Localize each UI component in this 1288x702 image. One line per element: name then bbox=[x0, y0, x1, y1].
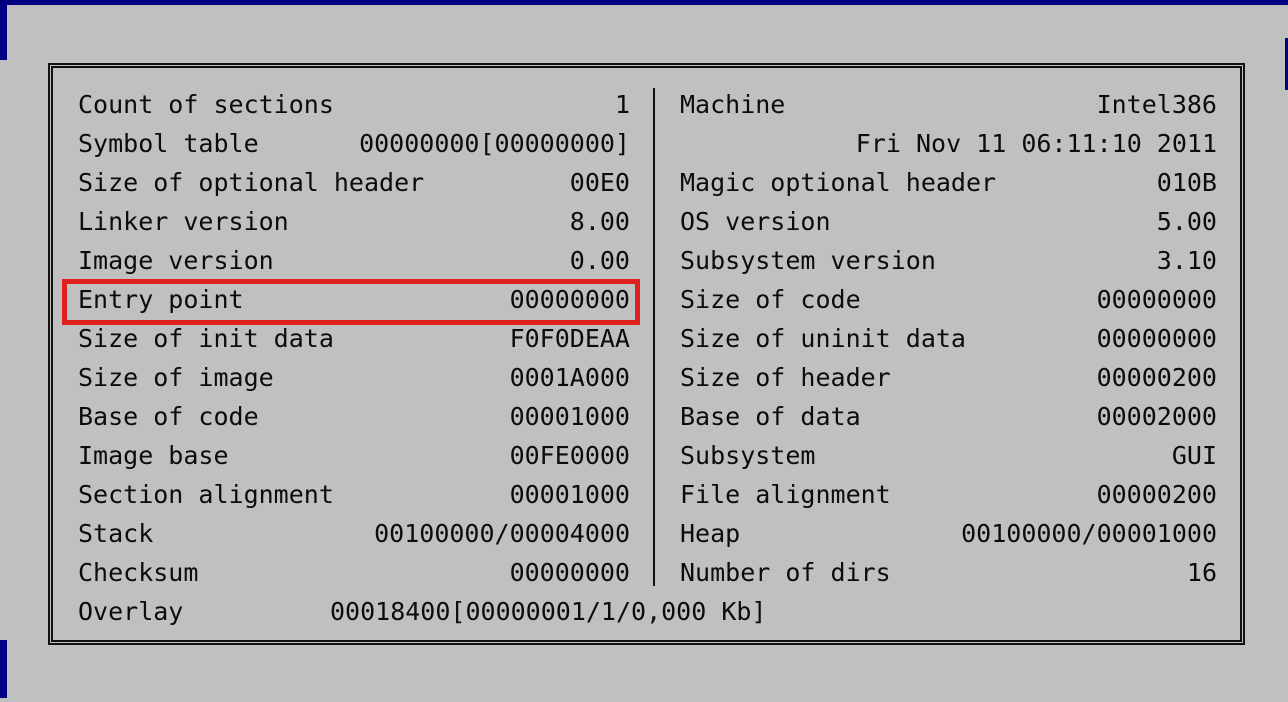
field-value: 00100000/00004000 bbox=[374, 519, 630, 548]
field-row: File alignment 00000200 bbox=[680, 477, 1217, 513]
field-label: Size of init data bbox=[78, 324, 334, 353]
field-value: 00FE0000 bbox=[509, 441, 630, 470]
field-row: Size of optional header 00E0 bbox=[78, 165, 630, 201]
field-label: Number of dirs bbox=[680, 558, 891, 587]
field-label: Section alignment bbox=[78, 480, 334, 509]
field-label: Base of code bbox=[78, 402, 259, 431]
field-row: Stack 00100000/00004000 bbox=[78, 516, 630, 552]
field-label: Subsystem bbox=[680, 441, 816, 470]
field-label: Image base bbox=[78, 441, 229, 470]
field-value: 00000200 bbox=[1096, 480, 1217, 509]
timestamp-value: Fri Nov 11 06:11:10 2011 bbox=[855, 129, 1217, 158]
field-label: Size of code bbox=[680, 285, 861, 314]
field-row: Linker version 8.00 bbox=[78, 204, 630, 240]
field-value: 0001A000 bbox=[509, 363, 630, 392]
timestamp-row: Fri Nov 11 06:11:10 2011 bbox=[680, 126, 1217, 162]
field-value: 00000000[00000000] bbox=[359, 129, 630, 158]
field-label: Linker version bbox=[78, 207, 289, 236]
field-value: 00000000 bbox=[509, 558, 630, 587]
field-label: Base of data bbox=[680, 402, 861, 431]
field-label: Symbol table bbox=[78, 129, 259, 158]
field-value: Intel386 bbox=[1096, 90, 1217, 119]
field-label: Subsystem version bbox=[680, 246, 936, 275]
field-value: 00000000 bbox=[1096, 324, 1217, 353]
field-value: 010B bbox=[1156, 168, 1217, 197]
field-row: Section alignment 00001000 bbox=[78, 477, 630, 513]
field-value: 00002000 bbox=[1096, 402, 1217, 431]
field-row: Subsystem GUI bbox=[680, 438, 1217, 474]
field-row: Heap 00100000/00001000 bbox=[680, 516, 1217, 552]
field-value: 00000000 bbox=[1096, 285, 1217, 314]
field-row: OS version 5.00 bbox=[680, 204, 1217, 240]
field-value: 16 bbox=[1186, 558, 1217, 587]
field-label: Size of optional header bbox=[78, 168, 425, 197]
field-value: 5.00 bbox=[1156, 207, 1217, 236]
window-left-edge bbox=[0, 0, 7, 60]
field-label: Magic optional header bbox=[680, 168, 997, 197]
field-row: Image version 0.00 bbox=[78, 243, 630, 279]
field-label: Size of header bbox=[680, 363, 891, 392]
window-top-edge bbox=[0, 0, 1288, 5]
field-value: F0F0DEAA bbox=[509, 324, 630, 353]
field-label: Heap bbox=[680, 519, 741, 548]
field-row: Size of image 0001A000 bbox=[78, 360, 630, 396]
field-value: 00E0 bbox=[569, 168, 630, 197]
field-row: Subsystem version 3.10 bbox=[680, 243, 1217, 279]
field-label: Size of uninit data bbox=[680, 324, 966, 353]
field-label: File alignment bbox=[680, 480, 891, 509]
field-label: Stack bbox=[78, 519, 154, 548]
field-label: Count of sections bbox=[78, 90, 334, 119]
field-row: Image base 00FE0000 bbox=[78, 438, 630, 474]
field-row: Machine Intel386 bbox=[680, 87, 1217, 123]
field-label: Machine bbox=[680, 90, 786, 119]
field-value: 0.00 bbox=[569, 246, 630, 275]
entry-point-highlight bbox=[62, 279, 640, 325]
field-row: Count of sections 1 bbox=[78, 87, 630, 123]
column-divider bbox=[653, 88, 655, 586]
field-label: OS version bbox=[680, 207, 831, 236]
field-label: Checksum bbox=[78, 558, 199, 587]
field-row: Base of code 00001000 bbox=[78, 399, 630, 435]
field-label: Overlay bbox=[78, 597, 184, 626]
field-row: Checksum 00000000 bbox=[78, 555, 630, 591]
field-value: 00001000 bbox=[509, 402, 630, 431]
window-left-edge-lower bbox=[0, 640, 7, 698]
field-row: Symbol table 00000000[00000000] bbox=[78, 126, 630, 162]
field-value: 8.00 bbox=[569, 207, 630, 236]
field-row: Size of init data F0F0DEAA bbox=[78, 321, 630, 357]
field-value: GUI bbox=[1171, 441, 1217, 470]
field-row: Magic optional header 010B bbox=[680, 165, 1217, 201]
field-label: Size of image bbox=[78, 363, 274, 392]
field-value: 00100000/00001000 bbox=[961, 519, 1217, 548]
overlay-row: Overlay 00018400[00000001/1/0,000 Kb] bbox=[78, 594, 838, 630]
field-row: Size of header 00000200 bbox=[680, 360, 1217, 396]
field-value: 00000200 bbox=[1096, 363, 1217, 392]
field-row: Base of data 00002000 bbox=[680, 399, 1217, 435]
field-value: 3.10 bbox=[1156, 246, 1217, 275]
field-label: Image version bbox=[78, 246, 274, 275]
field-row: Size of uninit data 00000000 bbox=[680, 321, 1217, 357]
field-row: Number of dirs 16 bbox=[680, 555, 1217, 591]
field-value: 1 bbox=[614, 90, 630, 119]
field-row: Size of code 00000000 bbox=[680, 282, 1217, 318]
field-value: 00001000 bbox=[509, 480, 630, 509]
